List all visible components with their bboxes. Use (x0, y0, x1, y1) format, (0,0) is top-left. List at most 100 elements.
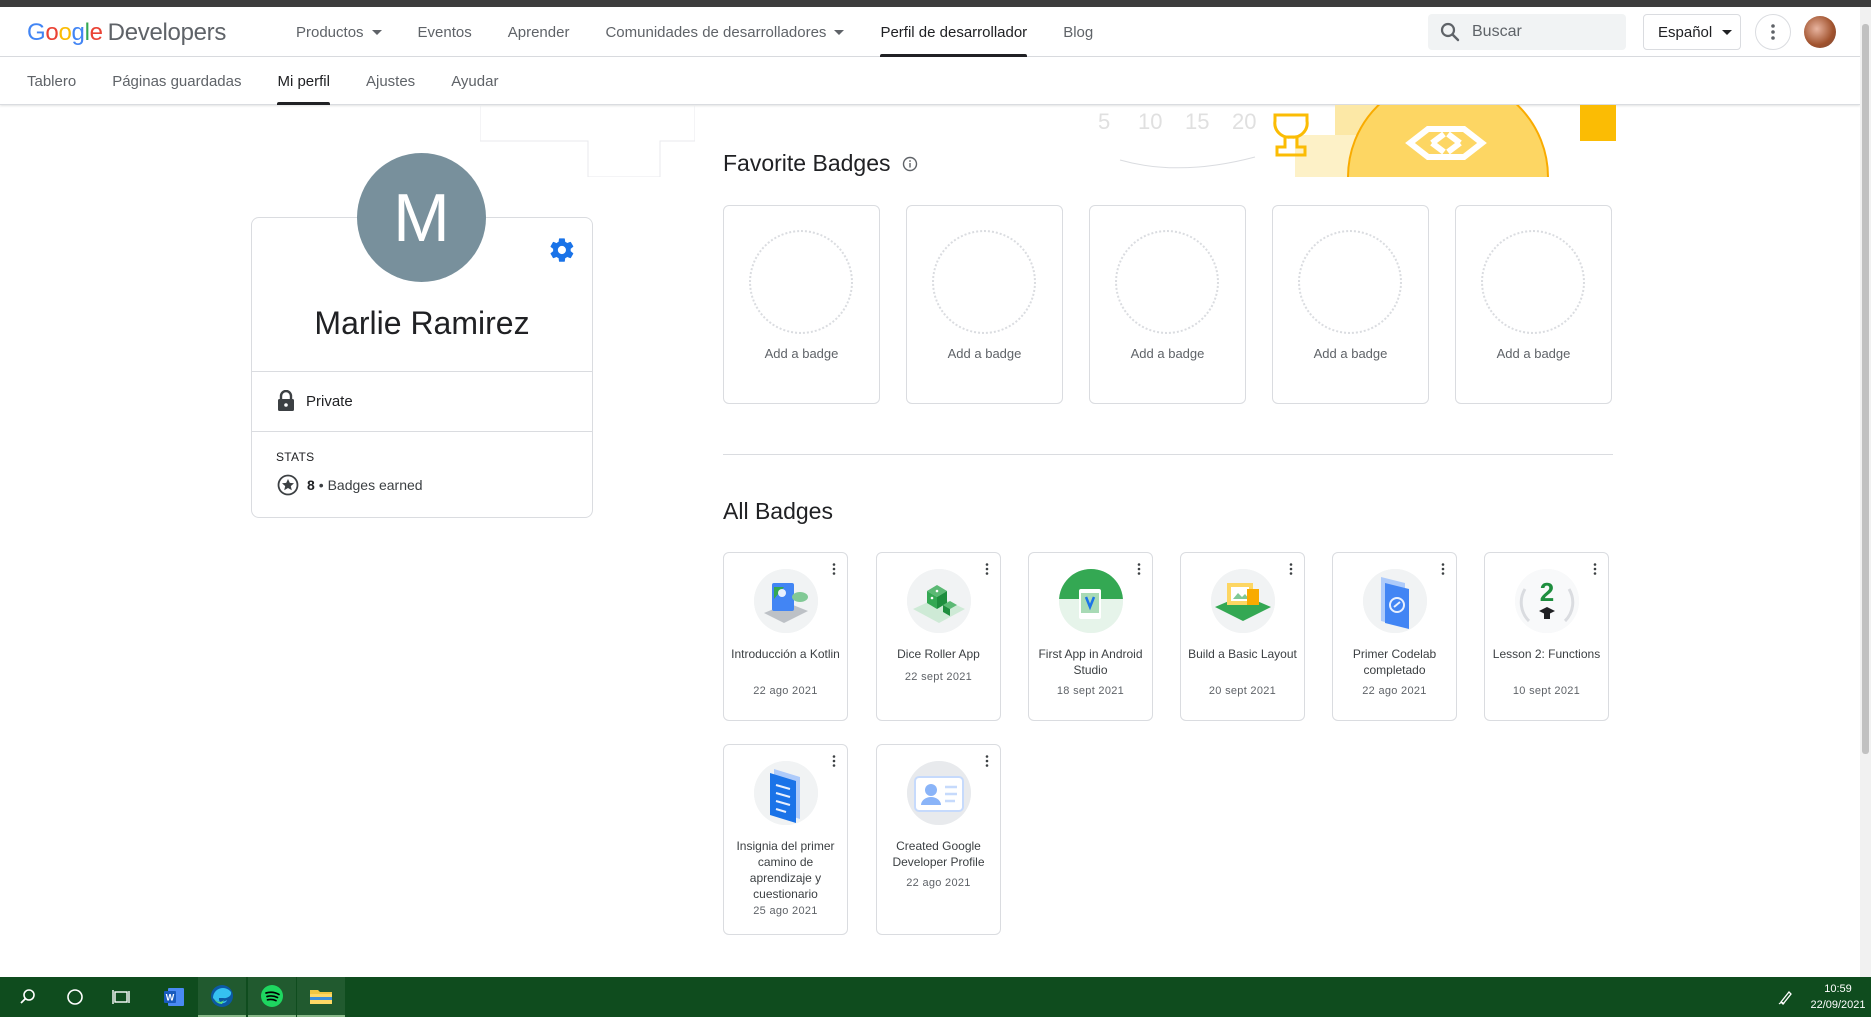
edge-icon (211, 985, 233, 1007)
nav-label: Comunidades de desarrolladores (605, 23, 827, 41)
badge-card[interactable]: Created Google Developer Profile 22 ago … (876, 744, 1001, 935)
more-vert-icon[interactable] (985, 755, 989, 767)
tab-mi-perfil[interactable]: Mi perfil (259, 57, 348, 105)
taskbar-task-view-button[interactable] (98, 977, 146, 1017)
logo-letter: G (27, 19, 46, 46)
taskbar-search-button[interactable] (4, 977, 52, 1017)
nav-eventos[interactable]: Eventos (400, 7, 490, 57)
google-developers-logo[interactable]: Google Developers (27, 19, 226, 47)
more-vert-icon[interactable] (1137, 563, 1141, 575)
more-vert-icon[interactable] (1289, 563, 1293, 575)
logo-letter: e (89, 19, 103, 46)
badge-date: 22 ago 2021 (906, 877, 971, 889)
favorite-badge-slot[interactable]: Add a badge (1272, 205, 1429, 404)
badge-name: Dice Roller App (897, 647, 980, 661)
badge-card[interactable]: Introducción a Kotlin 22 ago 2021 (723, 552, 848, 721)
badges-earned-label: • Badges earned (318, 477, 423, 493)
favorite-badge-slot[interactable]: Add a badge (1089, 205, 1246, 404)
taskbar-spotify-app[interactable] (248, 977, 296, 1017)
more-vert-icon[interactable] (832, 563, 836, 575)
nav-comunidades[interactable]: Comunidades de desarrolladores (587, 7, 862, 57)
empty-badge-placeholder (1115, 230, 1219, 334)
tab-ayudar[interactable]: Ayudar (433, 57, 516, 105)
tab-label: Ayudar (451, 72, 499, 90)
taskbar-file-explorer-app[interactable] (297, 977, 345, 1017)
android-studio-icon (1059, 569, 1123, 633)
gear-icon[interactable] (548, 236, 576, 264)
taskbar-clock[interactable]: 10:59 22/09/2021 (1810, 981, 1866, 1013)
search-icon (20, 989, 35, 1004)
scrollbar-thumb[interactable] (1862, 24, 1869, 754)
tab-tablero[interactable]: Tablero (9, 57, 94, 105)
badge-date: 10 sept 2021 (1512, 685, 1581, 697)
badge-name: Insignia del primer camino de aprendizaj… (736, 839, 835, 901)
taskbar-word-app[interactable]: W (150, 977, 198, 1017)
nav-perfil-desarrollador[interactable]: Perfil de desarrollador (862, 7, 1045, 57)
more-vert-icon[interactable] (1441, 563, 1445, 575)
badge-date: 22 sept 2021 (904, 671, 973, 683)
nav-label: Eventos (417, 23, 472, 41)
banner-number-10: 10 (1138, 109, 1162, 134)
empty-badge-placeholder (1298, 230, 1402, 334)
badge-date: 20 sept 2021 (1208, 685, 1277, 697)
favorite-badges-heading: Favorite Badges (723, 150, 918, 177)
language-label: Español (1658, 23, 1713, 41)
info-icon[interactable] (902, 156, 918, 172)
nav-label: Perfil de desarrollador (880, 23, 1028, 41)
banner-decoration-lines (480, 105, 695, 177)
account-avatar[interactable] (1804, 16, 1836, 48)
spotify-icon (261, 985, 283, 1007)
task-view-icon (112, 990, 130, 1004)
pen-ink-icon[interactable] (1778, 989, 1794, 1005)
divider (251, 431, 593, 432)
badge-card[interactable]: Insignia del primer camino de aprendizaj… (723, 744, 848, 935)
badge-name: First App in Android Studio (1038, 647, 1143, 677)
logo-letter: g (71, 19, 85, 46)
search-icon (1440, 22, 1460, 42)
favorite-badge-slot[interactable]: Add a badge (1455, 205, 1612, 404)
more-vert-icon[interactable] (832, 755, 836, 767)
banner-number-20: 20 (1232, 109, 1256, 134)
favorite-badge-slot[interactable]: Add a badge (723, 205, 880, 404)
nav-productos[interactable]: Productos (278, 7, 400, 57)
badge-card[interactable]: First App in Android Studio 18 sept 2021 (1028, 552, 1153, 721)
banner-decoration-graphic: 5 10 15 20 (1098, 105, 1616, 177)
top-header: Google Developers Productos Eventos Apren… (0, 7, 1860, 57)
all-badges-heading: All Badges (723, 498, 833, 524)
tab-paginas-guardadas[interactable]: Páginas guardadas (94, 57, 259, 105)
nav-label: Productos (296, 23, 364, 41)
windows-taskbar: W 10:59 22/09/2021 (0, 977, 1871, 1017)
favorite-badge-slot[interactable]: Add a badge (906, 205, 1063, 404)
section-title: Favorite Badges (723, 150, 891, 176)
logo-developers-text: Developers (107, 19, 227, 46)
add-badge-label: Add a badge (1313, 346, 1388, 361)
privacy-label: Private (306, 392, 353, 410)
more-vert-icon[interactable] (1593, 563, 1597, 575)
chevron-down-icon (371, 29, 382, 35)
tab-ajustes[interactable]: Ajustes (348, 57, 433, 105)
taskbar-cortana-button[interactable] (51, 977, 99, 1017)
language-select[interactable]: Español (1643, 14, 1741, 50)
add-badge-label: Add a badge (1130, 346, 1205, 361)
tab-label: Tablero (27, 72, 77, 90)
badges-count: 8 (307, 477, 315, 493)
add-badge-label: Add a badge (1496, 346, 1571, 361)
nav-blog[interactable]: Blog (1045, 7, 1111, 57)
badge-card[interactable]: 2 Lesson 2: Functions 10 sept 2021 (1484, 552, 1609, 721)
codelab-icon (1363, 569, 1427, 633)
badge-card[interactable]: Build a Basic Layout 20 sept 2021 (1180, 552, 1305, 721)
section-divider (723, 454, 1613, 455)
banner-number-15: 15 (1185, 109, 1209, 134)
taskbar-edge-app[interactable] (198, 977, 246, 1017)
more-options-button[interactable] (1755, 14, 1791, 50)
search-input[interactable] (1472, 23, 1622, 41)
badge-card[interactable]: Dice Roller App 22 sept 2021 (876, 552, 1001, 721)
chevron-down-icon (834, 29, 845, 35)
quiz-document-icon (754, 761, 818, 825)
nav-label: Aprender (507, 23, 570, 41)
nav-aprender[interactable]: Aprender (490, 7, 588, 57)
search-box[interactable] (1428, 14, 1626, 50)
badge-card[interactable]: Primer Codelab completado 22 ago 2021 (1332, 552, 1457, 721)
badge-name: Primer Codelab completado (1352, 647, 1437, 677)
more-vert-icon[interactable] (985, 563, 989, 575)
